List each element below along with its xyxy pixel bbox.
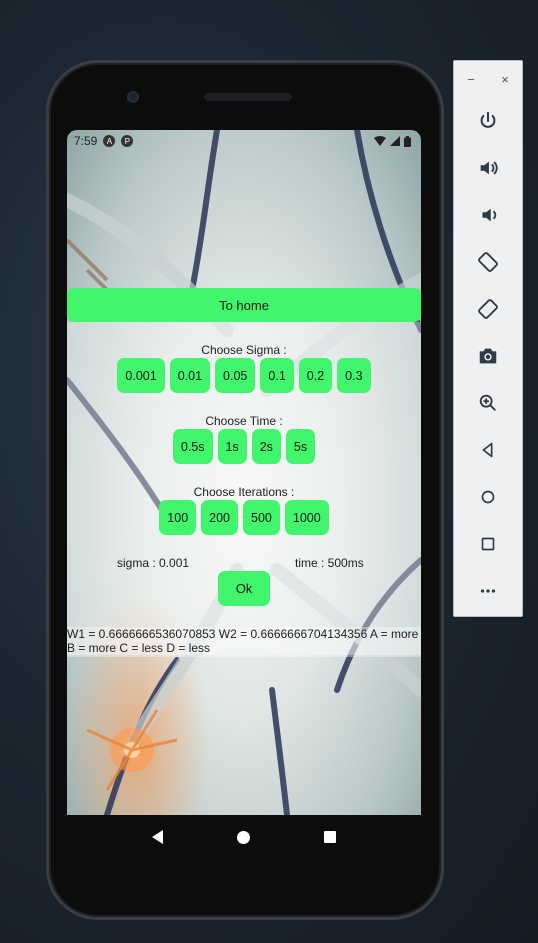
time-options: 0.5s 1s 2s 5s — [67, 429, 421, 464]
status-bar: 7:59 A P — [67, 130, 421, 152]
iterations-label: Choose Iterations : — [193, 485, 295, 499]
time-option-5s[interactable]: 5s — [285, 429, 316, 464]
power-icon — [480, 111, 496, 128]
rotate-right-button[interactable] — [454, 285, 522, 332]
time-option-0.5s[interactable]: 0.5s — [172, 429, 213, 464]
minimize-button[interactable]: − — [461, 72, 481, 87]
notification-p-icon: P — [121, 135, 134, 147]
zoom-button[interactable] — [454, 379, 522, 426]
close-button[interactable]: × — [495, 72, 515, 87]
panel-window-controls: − × — [454, 61, 522, 97]
iterations-option-1000[interactable]: 1000 — [284, 500, 329, 535]
emulator-toolbar: − × — [453, 60, 523, 617]
rotate-left-button[interactable] — [454, 238, 522, 285]
overview-icon — [481, 537, 495, 550]
speaker-grille — [204, 93, 292, 101]
emulator-back-button[interactable] — [454, 426, 522, 473]
nav-recents-icon[interactable] — [324, 831, 336, 843]
selected-sigma-text: sigma : 0.001 — [117, 556, 190, 570]
sigma-option-0.1[interactable]: 0.1 — [260, 358, 294, 393]
ok-button[interactable]: Ok — [218, 571, 270, 606]
sigma-options: 0.001 0.01 0.05 0.1 0.2 0.3 — [67, 358, 421, 393]
iterations-options: 100 200 500 1000 — [67, 500, 421, 535]
power-button[interactable] — [454, 97, 522, 144]
iterations-option-500[interactable]: 500 — [243, 500, 280, 535]
zoom-icon — [479, 394, 496, 411]
nav-back-icon[interactable] — [152, 830, 163, 844]
signal-icon — [390, 136, 400, 146]
sigma-option-0.01[interactable]: 0.01 — [169, 358, 211, 393]
sigma-option-0.05[interactable]: 0.05 — [215, 358, 256, 393]
screenshot-button[interactable] — [454, 332, 522, 379]
sigma-option-0.001[interactable]: 0.001 — [117, 358, 165, 393]
rotate-left-icon — [478, 251, 498, 272]
wifi-icon — [374, 136, 386, 146]
rotate-right-icon — [478, 298, 498, 319]
sigma-option-0.3[interactable]: 0.3 — [337, 358, 371, 393]
battery-icon — [404, 135, 411, 147]
camera-icon — [479, 348, 497, 363]
iterations-option-200[interactable]: 200 — [201, 500, 239, 535]
volume-down-button[interactable] — [454, 191, 522, 238]
front-camera — [127, 91, 139, 103]
sigma-option-0.2[interactable]: 0.2 — [298, 358, 333, 393]
android-nav-bar — [67, 815, 421, 859]
more-icon — [480, 588, 496, 593]
app-screen: 7:59 A P To home Choose Sigma : 0.001 0.… — [67, 130, 421, 815]
to-home-button[interactable]: To home — [67, 288, 421, 322]
sigma-label: Choose Sigma : — [201, 343, 287, 357]
back-icon — [482, 442, 493, 457]
status-time: 7:59 — [74, 134, 98, 148]
volume-up-button[interactable] — [454, 144, 522, 191]
nav-home-icon[interactable] — [237, 830, 250, 844]
emulator-more-button[interactable] — [454, 567, 522, 614]
selected-time-text: time : 500ms — [295, 556, 364, 570]
iterations-option-100[interactable]: 100 — [159, 500, 197, 535]
emulator-overview-button[interactable] — [454, 520, 522, 567]
time-option-1s[interactable]: 1s — [217, 429, 247, 464]
emulator-home-button[interactable] — [454, 473, 522, 520]
volume-down-icon — [482, 208, 497, 221]
time-label: Choose Time : — [205, 414, 283, 428]
notification-a-icon: A — [103, 135, 116, 147]
home-icon — [481, 490, 495, 503]
volume-up-icon — [480, 160, 498, 175]
result-output: W1 = 0.6666666536070853 W2 = 0.666666670… — [67, 627, 421, 655]
time-option-2s[interactable]: 2s — [251, 429, 281, 464]
